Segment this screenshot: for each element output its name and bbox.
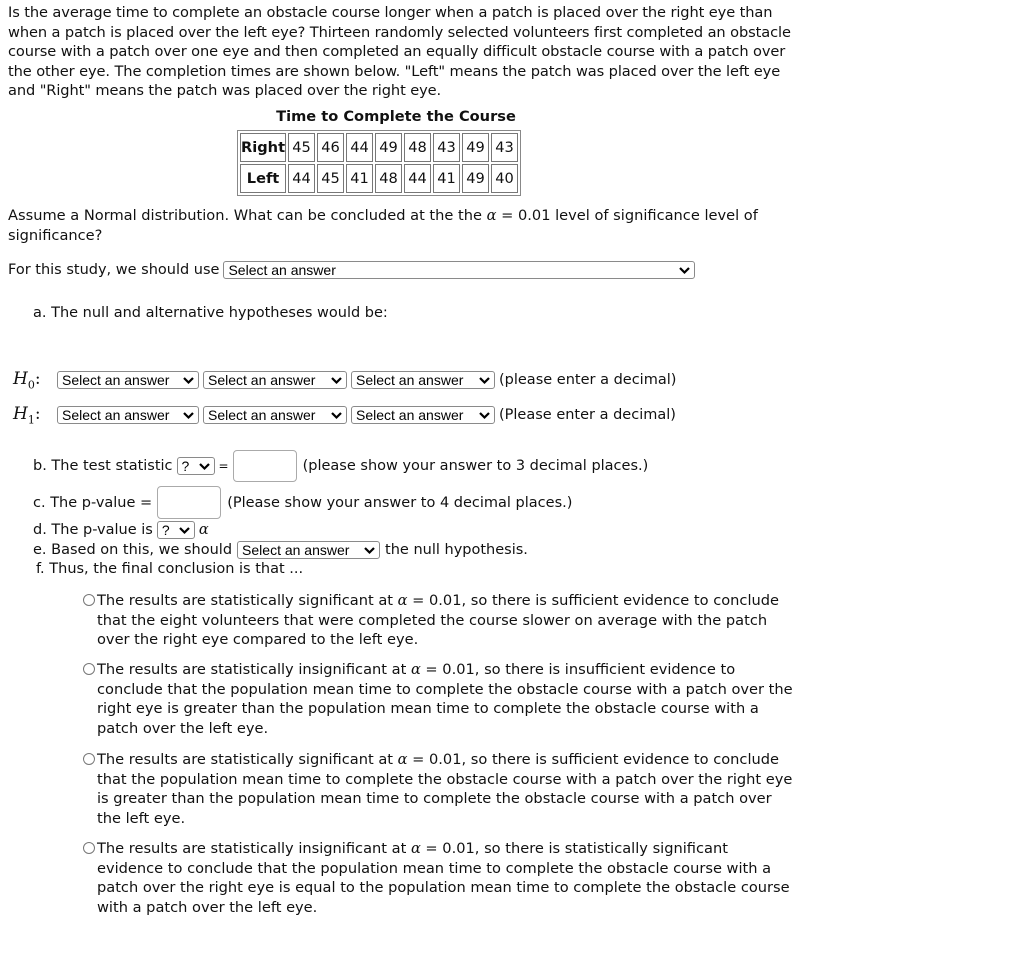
h0-label: H0: bbox=[13, 369, 41, 392]
chevron-down-icon bbox=[331, 377, 342, 385]
select-value: Select an answer bbox=[62, 407, 170, 424]
table-cell: 43 bbox=[433, 133, 461, 162]
table-cell: 41 bbox=[433, 164, 461, 193]
chevron-down-icon bbox=[364, 547, 375, 555]
equals-sign: = bbox=[218, 459, 229, 473]
test-statistic-type-select[interactable]: ? bbox=[176, 457, 215, 475]
select-value: Select an answer bbox=[208, 407, 316, 424]
times-table: Right 45 46 44 49 48 43 49 43 Left 44 45… bbox=[237, 130, 522, 196]
h1-parameter-select[interactable]: Select an answer bbox=[57, 406, 199, 425]
conclusion-option[interactable]: The results are statistically significan… bbox=[80, 750, 795, 828]
alpha-symbol: α bbox=[410, 661, 421, 678]
h0-value-select[interactable]: Select an answer bbox=[351, 371, 495, 390]
part-a-label: a. The null and alternative hypotheses w… bbox=[33, 305, 388, 321]
alternative-hypothesis-row: H1: Select an answer Select an answer Se… bbox=[0, 404, 676, 426]
alpha-symbol: α bbox=[198, 522, 209, 538]
option-text-pre: The results are statistically insignific… bbox=[97, 661, 411, 678]
chevron-down-icon bbox=[679, 267, 691, 275]
study-label: For this study, we should use bbox=[8, 262, 220, 278]
alpha-symbol: α bbox=[486, 207, 497, 224]
chevron-down-icon bbox=[198, 463, 210, 471]
p-value-comparison-select[interactable]: ? bbox=[156, 521, 195, 539]
select-value: Select an answer bbox=[62, 372, 170, 389]
h1-hint: (Please enter a decimal) bbox=[499, 407, 676, 424]
table-cell: 40 bbox=[491, 164, 519, 193]
row-header-left: Left bbox=[240, 164, 287, 193]
table-row-left: Left 44 45 41 48 44 41 49 40 bbox=[240, 164, 519, 193]
alpha-symbol: α bbox=[397, 751, 408, 768]
chevron-down-icon bbox=[183, 377, 194, 385]
h1-operator-select[interactable]: Select an answer bbox=[203, 406, 347, 425]
decision-select[interactable]: Select an answer bbox=[237, 541, 381, 559]
table-cell: 48 bbox=[404, 133, 432, 162]
select-value: Select an answer bbox=[228, 262, 336, 278]
radio-unchecked-icon[interactable] bbox=[83, 842, 95, 854]
study-type-select[interactable]: Select an answer bbox=[223, 261, 696, 279]
table-cell: 43 bbox=[491, 133, 519, 162]
option-text-pre: The results are statistically insignific… bbox=[97, 840, 411, 857]
test-statistic-input[interactable] bbox=[232, 450, 297, 482]
part-f-label: f. Thus, the final conclusion is that ..… bbox=[36, 561, 304, 577]
chevron-down-icon bbox=[183, 412, 194, 420]
option-text-pre: The results are statistically significan… bbox=[97, 592, 398, 609]
table-cell: 44 bbox=[288, 164, 316, 193]
select-value: Select an answer bbox=[242, 542, 350, 558]
conclusion-option[interactable]: The results are statistically insignific… bbox=[80, 660, 795, 738]
h0-operator-select[interactable]: Select an answer bbox=[203, 371, 347, 390]
part-b-label: b. The test statistic bbox=[33, 458, 173, 474]
table-cell: 44 bbox=[346, 133, 374, 162]
table-row-right: Right 45 46 44 49 48 43 49 43 bbox=[240, 133, 519, 162]
table-cell: 41 bbox=[346, 164, 374, 193]
select-value: ? bbox=[161, 522, 170, 538]
option-text-pre: The results are statistically significan… bbox=[97, 751, 398, 768]
part-b-hint: (please show your answer to 3 decimal pl… bbox=[302, 458, 649, 474]
table-cell: 49 bbox=[375, 133, 403, 162]
select-value: Select an answer bbox=[208, 372, 316, 389]
chevron-down-icon bbox=[479, 412, 490, 420]
chevron-down-icon bbox=[179, 527, 190, 535]
null-hypothesis-row: H0: Select an answer Select an answer Se… bbox=[0, 369, 676, 391]
radio-unchecked-icon[interactable] bbox=[83, 663, 95, 675]
table-title: Time to Complete the Course bbox=[276, 108, 516, 125]
select-value: Select an answer bbox=[356, 372, 464, 389]
row-header-right: Right bbox=[240, 133, 287, 162]
table-cell: 45 bbox=[288, 133, 316, 162]
table-cell: 49 bbox=[462, 164, 490, 193]
radio-unchecked-icon[interactable] bbox=[83, 753, 95, 765]
part-e-row: e. Based on this, we should Select an an… bbox=[33, 541, 528, 559]
conclusion-option[interactable]: The results are statistically significan… bbox=[80, 591, 795, 650]
select-value: Select an answer bbox=[356, 407, 464, 424]
part-c-hint: (Please show your answer to 4 decimal pl… bbox=[227, 494, 573, 511]
question-intro: Is the average time to complete an obsta… bbox=[8, 4, 791, 100]
table-cell: 45 bbox=[317, 164, 345, 193]
part-d-label: d. The p-value is bbox=[33, 522, 153, 538]
alpha-symbol: α bbox=[410, 840, 421, 857]
p-value-input[interactable] bbox=[157, 486, 222, 519]
significance-question: Assume a Normal distribution. What can b… bbox=[8, 206, 788, 245]
question-text-pre: Assume a Normal distribution. What can b… bbox=[8, 207, 487, 224]
part-e-suffix: the null hypothesis. bbox=[385, 542, 528, 558]
chevron-down-icon bbox=[331, 412, 342, 420]
alpha-symbol: α bbox=[397, 592, 408, 609]
part-c-label: c. The p-value = bbox=[33, 494, 153, 511]
h0-parameter-select[interactable]: Select an answer bbox=[57, 371, 199, 390]
radio-unchecked-icon[interactable] bbox=[83, 594, 95, 606]
study-row: For this study, we should use Select an … bbox=[8, 261, 696, 279]
select-value: ? bbox=[181, 458, 190, 474]
part-c-row: c. The p-value = (Please show your answe… bbox=[33, 486, 572, 519]
table-cell: 48 bbox=[375, 164, 403, 193]
part-e-label: e. Based on this, we should bbox=[33, 542, 233, 558]
table-cell: 44 bbox=[404, 164, 432, 193]
chevron-down-icon bbox=[479, 377, 490, 385]
h1-label: H1: bbox=[13, 404, 41, 427]
h0-hint: (please enter a decimal) bbox=[499, 372, 677, 389]
part-d-row: d. The p-value is ? α bbox=[33, 521, 209, 539]
conclusion-option[interactable]: The results are statistically insignific… bbox=[80, 839, 795, 917]
table-cell: 49 bbox=[462, 133, 490, 162]
h1-value-select[interactable]: Select an answer bbox=[351, 406, 495, 425]
table-cell: 46 bbox=[317, 133, 345, 162]
part-b-row: b. The test statistic ? = (please show y… bbox=[33, 450, 648, 482]
